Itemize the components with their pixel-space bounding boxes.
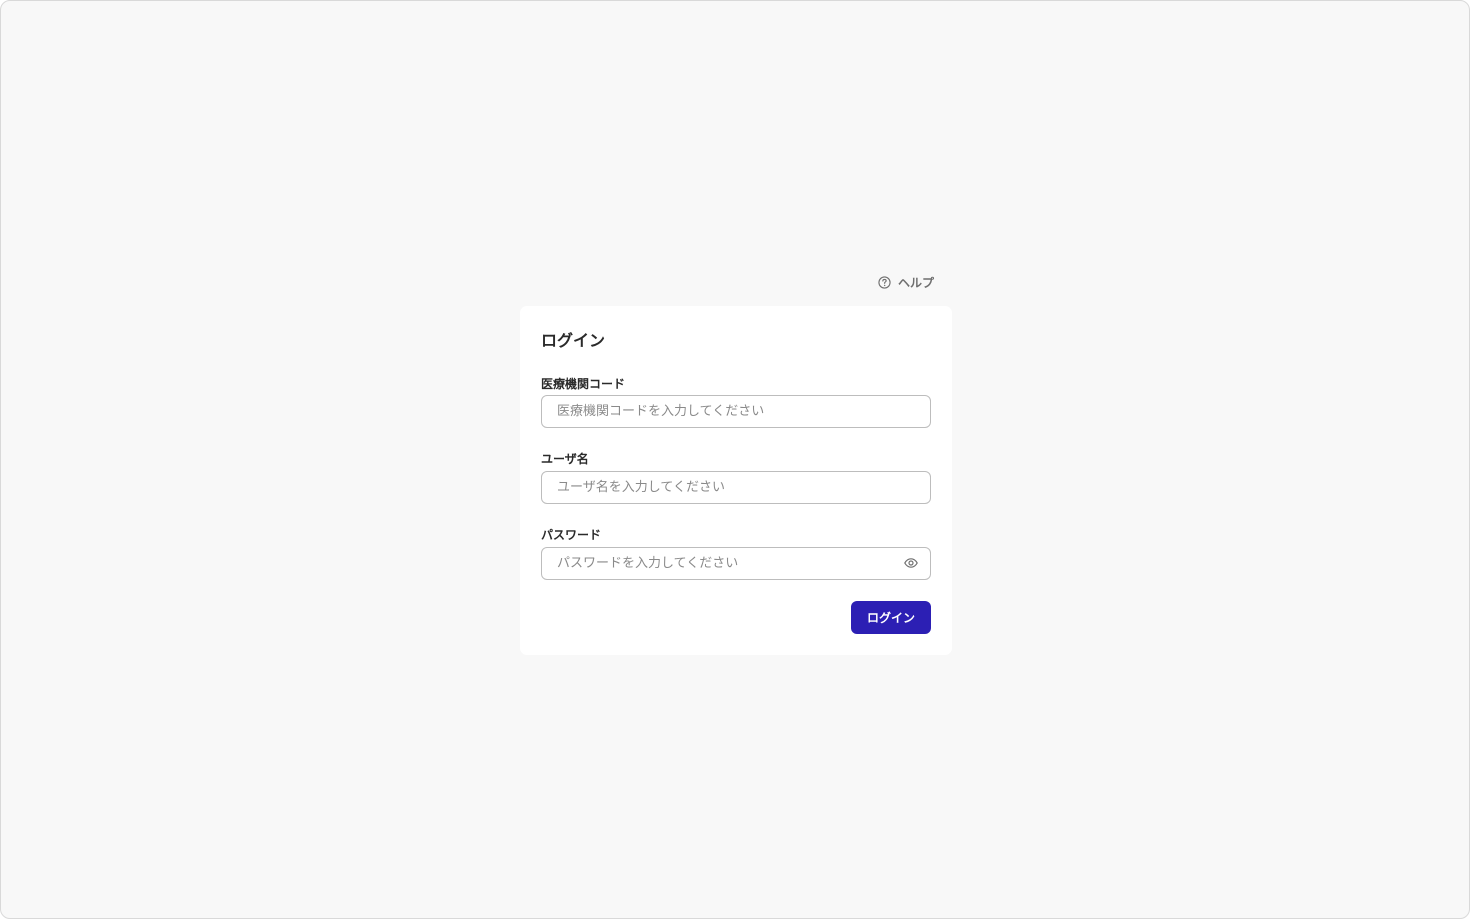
password-input[interactable] [541, 547, 931, 580]
login-title: ログイン [541, 331, 606, 350]
institution-code-input[interactable] [541, 395, 931, 428]
app-window: ヘルプ ログイン 医療機関コード ユーザ名 パスワード ログイン [0, 0, 1470, 919]
institution-code-label: 医療機関コード [541, 377, 626, 391]
help-link[interactable]: ヘルプ [878, 273, 934, 291]
username-input[interactable] [541, 471, 931, 504]
login-button[interactable]: ログイン [851, 601, 931, 634]
help-label: ヘルプ [898, 275, 935, 290]
eye-icon[interactable] [901, 555, 921, 571]
username-label: ユーザ名 [541, 452, 589, 466]
login-card: ログイン 医療機関コード ユーザ名 パスワード ログイン [520, 306, 952, 655]
help-circle-icon [878, 275, 891, 289]
password-label: パスワード [541, 528, 602, 542]
